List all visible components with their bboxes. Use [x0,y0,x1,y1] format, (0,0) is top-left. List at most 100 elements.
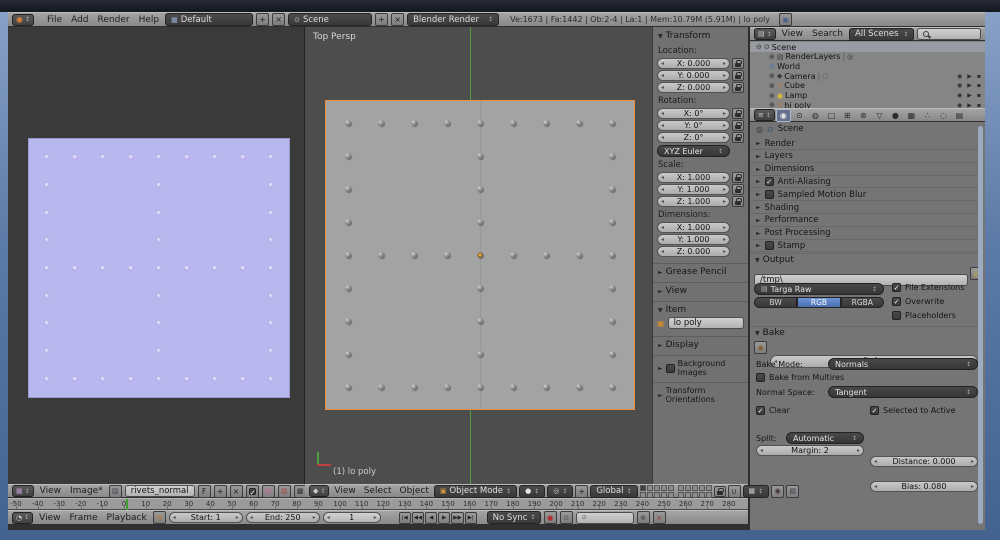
file-extensions-checkbox[interactable]: ✓ [892,283,901,292]
bake-mode-select[interactable]: Normals↕ [828,358,978,370]
timeline-menu-frame[interactable]: Frame [67,513,101,523]
keying-icon-button[interactable]: ⊙ [560,511,573,524]
scale-y-field[interactable]: Y: 1.000 [657,184,730,195]
layer-cell[interactable] [699,492,705,498]
location-z-lock-icon[interactable] [732,82,744,93]
expander-icon[interactable]: ⊕ [769,72,775,80]
bias-slider[interactable]: Bias: 0.080 [870,481,978,492]
frame-end-field[interactable]: End: 250 [246,512,320,523]
location-y-lock-icon[interactable] [732,70,744,81]
image-name-field[interactable]: rivets_normal [125,485,195,497]
unlink-image-button[interactable]: × [230,485,243,498]
location-y-field[interactable]: Y: 0.000 [657,70,730,81]
tab-world[interactable]: ◍ [808,109,823,122]
split-select[interactable]: Automatic↕ [786,432,864,444]
layer-cell[interactable] [706,485,712,491]
layer-cell[interactable] [640,485,646,491]
outliner-item-lamp[interactable]: ⊕●Lamp◉▶▪ [750,91,985,101]
tab-material[interactable]: ● [888,109,903,122]
layer-cell[interactable] [692,492,698,498]
snap-element-select[interactable]: ▦↕ [743,485,770,498]
layer-cell[interactable] [647,485,653,491]
expander-icon[interactable]: ⊕ [769,101,775,108]
scale-z-lock-icon[interactable] [732,196,744,207]
menu-add[interactable]: Add [68,15,91,25]
color-mode-bw[interactable]: BW [754,297,797,308]
view-panel-header[interactable]: ►View [653,282,748,296]
location-x-field[interactable]: X: 0.000 [657,58,730,69]
delete-scene-button[interactable]: × [391,13,404,26]
jump-to-end-button[interactable]: ▶| [465,512,477,524]
bake-from-multires-checkbox[interactable] [756,373,765,382]
tab-render[interactable]: ◉ [776,109,791,122]
play-reverse-button[interactable]: ◀ [425,512,437,524]
render-visibility-icon[interactable]: ▪ [977,92,981,99]
timeline-menu-playback[interactable]: Playback [104,513,150,523]
location-x-lock-icon[interactable] [732,58,744,69]
tab-physics[interactable]: ◌ [936,109,951,122]
outliner-scope-select[interactable]: All Scenes↕ [849,28,914,41]
scene-select[interactable]: ⊙Scene [288,13,372,26]
outliner-menu-view[interactable]: View [779,29,806,39]
jump-to-start-button[interactable]: |◀ [399,512,411,524]
background-images-panel-header[interactable]: ►Background Images [653,355,748,377]
render-engine-select[interactable]: Blender Render↕ [407,13,499,26]
rotation-z-field[interactable]: Z: 0° [657,132,730,143]
viewport-3d[interactable]: Top Persp (1) lo poly [305,27,652,484]
snap-toggle[interactable]: ∪ [728,485,741,498]
layers-grid-1[interactable] [640,485,674,498]
placeholders-checkbox[interactable] [892,311,901,320]
transform-panel-header[interactable]: ▼Transform [653,31,748,41]
layer-cell[interactable] [706,492,712,498]
color-mode-rgba[interactable]: RGBA [841,297,884,308]
cursor-icon[interactable]: ▶ [967,82,972,89]
viewport-editor-type-button[interactable]: ◆↕ [309,485,329,497]
view3d-menu-select[interactable]: Select [361,486,395,496]
pivot-select[interactable]: ◎↕ [547,485,573,498]
anti-aliasing-panel-header[interactable]: ►✓Anti-Aliasing [750,176,983,188]
render-visibility-icon[interactable]: ▪ [977,82,981,89]
uv-menu-image[interactable]: Image* [67,486,106,496]
stamp-panel-header[interactable]: ►Stamp [750,240,983,252]
dimensions-x-field[interactable]: X: 1.000 [657,222,730,233]
outliner-search-input[interactable] [917,28,981,40]
prev-keyframe-button[interactable]: ◀◀ [412,512,424,524]
transform-orientations-panel-header[interactable]: ►Transform Orientations [653,382,748,404]
layer-cell[interactable] [692,485,698,491]
timeline-menu-view[interactable]: View [36,513,63,523]
layer-cell[interactable] [661,485,667,491]
distance-slider[interactable]: Distance: 0.000 [870,456,978,467]
browse-image-button[interactable]: ▨ [109,485,122,498]
eye-icon[interactable]: ◉ [957,92,962,99]
delete-keyframe-button[interactable]: × [653,511,666,524]
uv-menu-view[interactable]: View [37,486,64,496]
placeholders-option[interactable]: Placeholders [892,311,956,320]
tab-texture[interactable]: ▦ [904,109,919,122]
layer-cell[interactable] [640,492,646,498]
manipulator-toggle[interactable]: + [575,485,588,498]
mode-select[interactable]: ▣Object Mode↕ [434,485,517,498]
selected-to-active-checkbox[interactable]: ✓ [870,406,879,415]
menu-render[interactable]: Render [95,15,133,25]
eye-icon[interactable]: ◉ [957,73,962,80]
outliner-menu-search[interactable]: Search [809,29,846,39]
rotation-x-field[interactable]: X: 0° [657,108,730,119]
item-name-field[interactable]: lo poly [668,317,744,329]
render-opengl-anim-button[interactable]: ▤ [786,485,799,498]
view3d-menu-object[interactable]: Object [397,486,432,496]
preview-range-toggle[interactable]: ◔ [153,511,166,524]
frame-start-field[interactable]: Start: 1 [169,512,243,523]
dimensions-z-field[interactable]: Z: 0.000 [657,246,730,257]
uv-editor-type-button[interactable]: ▦↕ [12,485,34,497]
scale-x-field[interactable]: X: 1.000 [657,172,730,183]
sync-select[interactable]: No Sync↕ [487,511,541,524]
next-keyframe-button[interactable]: ▶▶ [451,512,463,524]
selected-to-active-option[interactable]: ✓Selected to Active [870,406,956,415]
rotation-order-select[interactable]: XYZ Euler↕ [657,145,730,157]
delete-screen-layout-button[interactable]: × [272,13,285,26]
menu-file[interactable]: File [44,15,65,25]
auto-keyframe-toggle[interactable]: ● [544,511,557,524]
expander-icon[interactable]: ⊕ [769,92,775,100]
rotation-y-lock-icon[interactable] [732,120,744,131]
grease-pencil-panel-header[interactable]: ►Grease Pencil [653,263,748,277]
